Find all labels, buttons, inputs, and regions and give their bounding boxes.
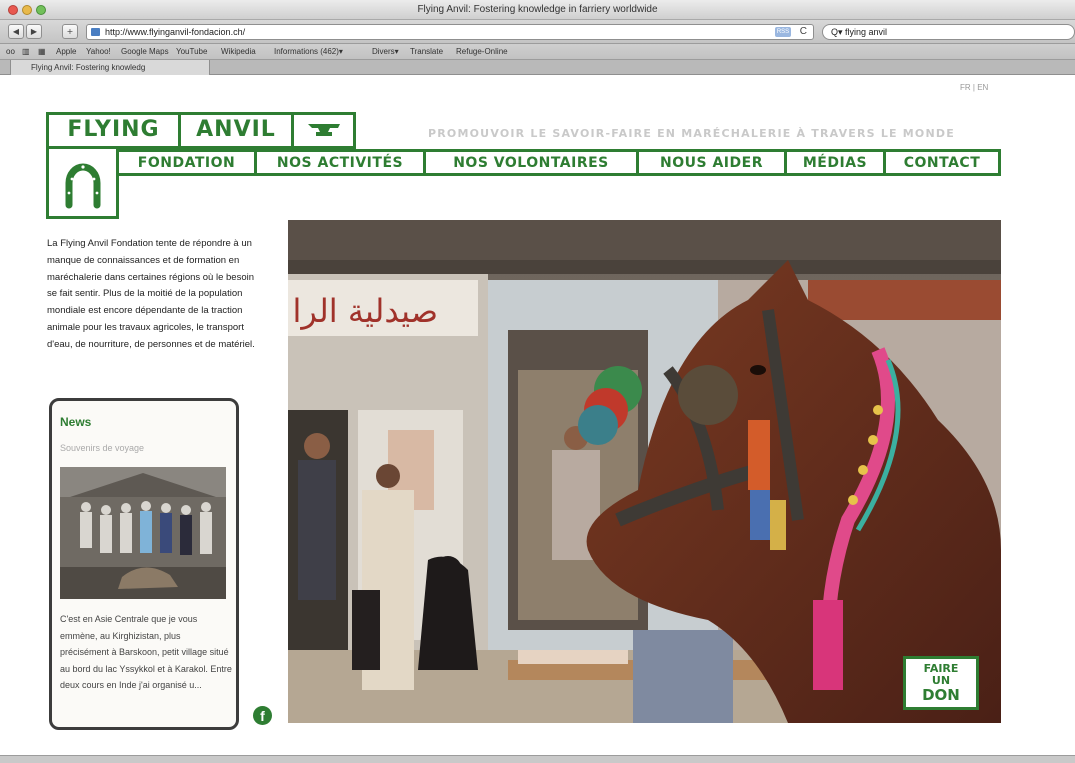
back-button[interactable]: ◀	[8, 24, 24, 39]
site-favicon-icon	[91, 28, 100, 36]
rss-icon[interactable]: RSS	[775, 27, 791, 37]
tab-bar: Flying Anvil: Fostering knowledg	[0, 60, 1075, 75]
news-group-photo[interactable]	[60, 467, 226, 599]
logo-text-anvil: ANVIL	[196, 117, 276, 142]
bookmark-youtube[interactable]: YouTube	[176, 47, 207, 56]
window-titlebar: Flying Anvil: Fostering knowledge in far…	[0, 0, 1075, 20]
news-title: News	[60, 415, 92, 429]
news-text: C'est en Asie Centrale que je vous emmèn…	[60, 614, 232, 690]
donate-button[interactable]: FAIRE UN DON	[903, 656, 979, 710]
address-bar[interactable]: http://www.flyinganvil-fondacion.ch/ RSS…	[86, 24, 814, 40]
window-title: Flying Anvil: Fostering knowledge in far…	[417, 4, 658, 15]
bookmark-translate[interactable]: Translate	[410, 47, 443, 56]
tab-flying-anvil[interactable]: Flying Anvil: Fostering knowledg	[10, 60, 210, 75]
logo-anvil[interactable]: ANVIL	[178, 112, 294, 149]
bookmark-informations[interactable]: Informations (462)▾	[274, 47, 343, 56]
news-subtitle[interactable]: Souvenirs de voyage	[60, 443, 144, 453]
bookmark-refuge-online[interactable]: Refuge-Online	[456, 47, 508, 56]
nav-contact[interactable]: CONTACT	[883, 149, 1001, 176]
top-sites-icon[interactable]: ▥	[22, 47, 30, 56]
tagline: PROMOUVOIR LE SAVOIR-FAIRE EN MARÉCHALER…	[428, 127, 955, 140]
bookmark-wikipedia[interactable]: Wikipedia	[221, 47, 256, 56]
nav-nos-activites[interactable]: NOS ACTIVITÉS	[254, 149, 426, 176]
nav-nous-aider[interactable]: NOUS AIDER	[636, 149, 787, 176]
nav-medias[interactable]: MÉDIAS	[784, 149, 886, 176]
nav-nos-volontaires[interactable]: NOS VOLONTAIRES	[423, 149, 639, 176]
news-panel: News Souvenirs de voyage C'est en Asie C…	[49, 398, 239, 730]
facebook-icon[interactable]: f	[253, 706, 272, 725]
bookmark-google-maps[interactable]: Google Maps	[121, 47, 169, 56]
search-icon: Q▾	[831, 27, 846, 37]
bookmarks-grid-icon[interactable]: ▦	[38, 47, 46, 56]
search-value: flying anvil	[845, 27, 888, 37]
reading-list-icon[interactable]: oo	[6, 47, 15, 56]
bookmark-divers[interactable]: Divers▾	[372, 47, 399, 56]
nav-fondation[interactable]: FONDATION	[116, 149, 257, 176]
anvil-icon	[291, 112, 356, 149]
shop-sign-text: صيدلية الرا	[292, 292, 438, 330]
bookmark-apple[interactable]: Apple	[56, 47, 76, 56]
browser-toolbar: ◀ ▶ + http://www.flyinganvil-fondacion.c…	[0, 20, 1075, 44]
search-input[interactable]: Q▾ flying anvil	[822, 24, 1075, 40]
status-bar	[0, 755, 1075, 763]
add-bookmark-button[interactable]: +	[62, 24, 78, 39]
intro-text: La Flying Anvil Fondation tente de répon…	[47, 238, 255, 350]
forward-button[interactable]: ▶	[26, 24, 42, 39]
logo-flying[interactable]: FLYING	[46, 112, 181, 149]
reload-icon[interactable]: C	[800, 25, 807, 39]
bookmarks-bar: oo ▥ ▦ Apple Yahoo! Google Maps YouTube …	[0, 44, 1075, 60]
logo-text-flying: FLYING	[67, 117, 160, 142]
hero-image: صيدلية الرا	[288, 220, 1001, 723]
horseshoe-icon	[46, 146, 119, 219]
language-switch[interactable]: FR | EN	[960, 83, 988, 92]
url-text: http://www.flyinganvil-fondacion.ch/	[105, 27, 246, 37]
bookmark-yahoo[interactable]: Yahoo!	[86, 47, 111, 56]
